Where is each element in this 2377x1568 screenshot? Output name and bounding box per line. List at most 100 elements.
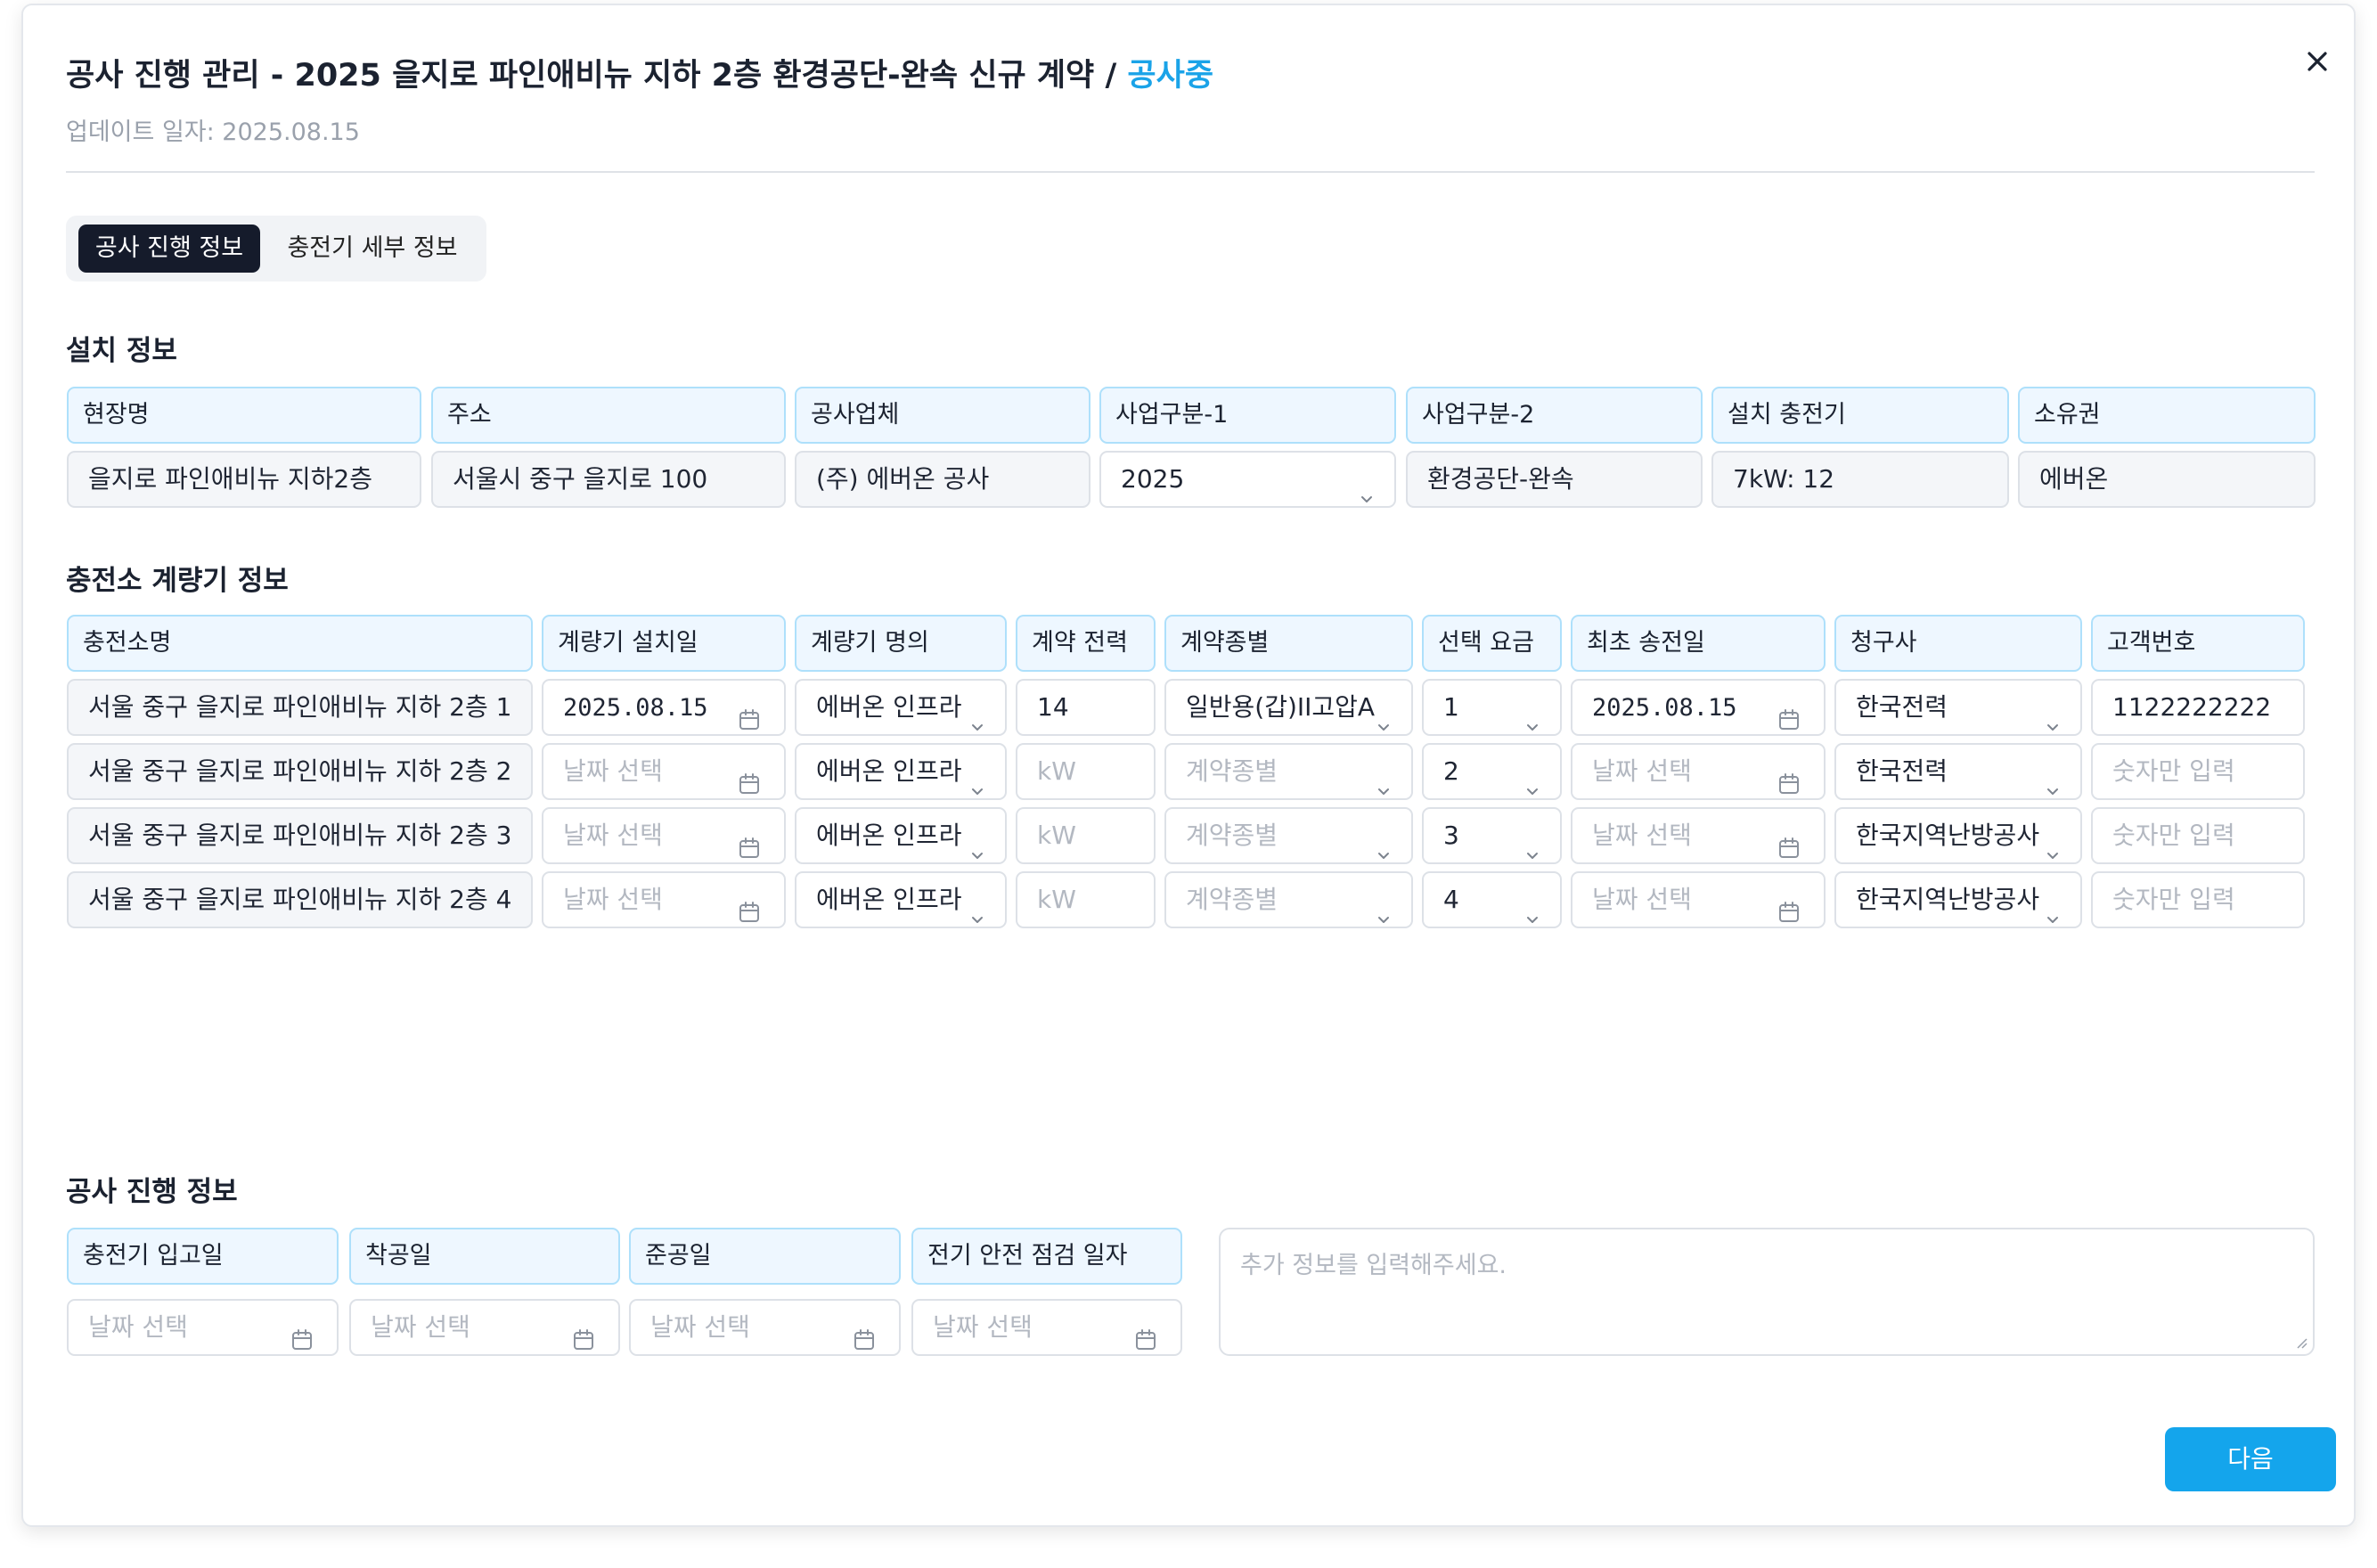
date-placeholder: 날짜 선택 xyxy=(371,1312,470,1342)
header-construction-start-date: 착공일 xyxy=(349,1228,620,1285)
date-placeholder: 날짜 선택 xyxy=(1592,756,1692,786)
meter-install-date-picker[interactable]: 날짜 선택 xyxy=(542,807,786,864)
rate-option-select[interactable]: 4 xyxy=(1422,871,1562,928)
meter-install-date-picker[interactable]: 날짜 선택 xyxy=(542,743,786,800)
first-supply-date-picker[interactable]: 날짜 선택 xyxy=(1571,743,1826,800)
billing-company-select[interactable]: 한국지역난방공사 xyxy=(1834,807,2082,864)
customer-text: 1122222222 xyxy=(2112,692,2272,722)
chevron-down-icon[interactable] xyxy=(1376,829,1392,859)
chevron-down-icon[interactable] xyxy=(1359,472,1375,502)
chevron-down-icon[interactable] xyxy=(2045,829,2061,859)
construction-start-date-picker[interactable]: 날짜 선택 xyxy=(349,1299,620,1356)
chevron-down-icon[interactable] xyxy=(1524,829,1540,859)
calendar-icon[interactable] xyxy=(853,1317,876,1350)
tab-charger-details[interactable]: 충전기 세부 정보 xyxy=(267,225,478,273)
header-label: 준공일 xyxy=(645,1242,712,1270)
billing-company-select[interactable]: 한국지역난방공사 xyxy=(1834,871,2082,928)
meter-install-date-picker[interactable]: 2025.08.15 xyxy=(542,679,786,736)
resize-handle-icon[interactable] xyxy=(2293,1335,2308,1349)
date-placeholder: 날짜 선택 xyxy=(1592,885,1692,914)
value-text: 환경공단-완속 xyxy=(1427,464,1574,494)
chevron-down-icon[interactable] xyxy=(2045,893,2061,923)
billing-company-select[interactable]: 한국전력 xyxy=(1834,743,2082,800)
billing-company-select[interactable]: 한국전력 xyxy=(1834,679,2082,736)
contract-power-input[interactable]: kW xyxy=(1016,807,1156,864)
contract-type-select[interactable]: 일반용(갑)II고압A xyxy=(1164,679,1413,736)
contract-type-select[interactable]: 계약종별 xyxy=(1164,807,1413,864)
calendar-icon[interactable] xyxy=(1777,761,1801,794)
chevron-down-icon[interactable] xyxy=(2045,700,2061,731)
calendar-icon[interactable] xyxy=(1777,697,1801,730)
contract-power-input[interactable]: 14 xyxy=(1016,679,1156,736)
tab-progress-info[interactable]: 공사 진행 정보 xyxy=(78,225,260,273)
header-label: 사업구분-2 xyxy=(1422,401,1535,429)
chevron-down-icon[interactable] xyxy=(969,829,985,859)
rate-option-select[interactable]: 1 xyxy=(1422,679,1562,736)
close-icon[interactable] xyxy=(2300,45,2334,78)
value-text: (주) 에버온 공사 xyxy=(816,464,990,494)
header-label: 충전기 입고일 xyxy=(83,1242,224,1270)
customer-number-input[interactable]: 1122222222 xyxy=(2091,679,2305,736)
chevron-down-icon[interactable] xyxy=(1376,893,1392,923)
calendar-icon[interactable] xyxy=(738,697,761,730)
first-supply-date-picker[interactable]: 2025.08.15 xyxy=(1571,679,1826,736)
customer-number-input[interactable]: 숫자만 입력 xyxy=(2091,807,2305,864)
date-placeholder: 날짜 선택 xyxy=(650,1312,750,1342)
chevron-down-icon[interactable] xyxy=(1376,764,1392,795)
header-meter-owner: 계량기 명의 xyxy=(795,615,1007,672)
calendar-icon[interactable] xyxy=(738,825,761,858)
chevron-down-icon[interactable] xyxy=(1524,764,1540,795)
station-name-value: 서울 중구 을지로 파인애비뉴 지하 2층 2 xyxy=(67,743,533,800)
header-label: 최초 송전일 xyxy=(1587,629,1705,657)
meter-install-date-picker[interactable]: 날짜 선택 xyxy=(542,871,786,928)
header-label: 계량기 설치일 xyxy=(558,629,698,657)
customer-number-input[interactable]: 숫자만 입력 xyxy=(2091,743,2305,800)
header-label: 충전소명 xyxy=(83,629,172,657)
chevron-down-icon[interactable] xyxy=(1524,893,1540,923)
first-supply-date-picker[interactable]: 날짜 선택 xyxy=(1571,807,1826,864)
rate-text: 1 xyxy=(1443,692,1459,722)
value-text: 7kW: 12 xyxy=(1733,464,1835,494)
ownership-value: 에버온 xyxy=(2018,451,2316,508)
business-type-1-select[interactable]: 2025 xyxy=(1099,451,1396,508)
contract-type-select[interactable]: 계약종별 xyxy=(1164,871,1413,928)
completion-date-picker[interactable]: 날짜 선택 xyxy=(629,1299,901,1356)
contract-power-input[interactable]: kW xyxy=(1016,871,1156,928)
chevron-down-icon[interactable] xyxy=(1376,700,1392,731)
contract-type-select[interactable]: 계약종별 xyxy=(1164,743,1413,800)
calendar-icon[interactable] xyxy=(1134,1317,1157,1350)
meter-owner-select[interactable]: 에버온 인프라 xyxy=(795,679,1007,736)
meter-owner-select[interactable]: 에버온 인프라 xyxy=(795,871,1007,928)
station-name-text: 서울 중구 을지로 파인애비뉴 지하 2층 3 xyxy=(88,821,512,850)
chevron-down-icon[interactable] xyxy=(2045,764,2061,795)
contract-power-input[interactable]: kW xyxy=(1016,743,1156,800)
chevron-down-icon[interactable] xyxy=(969,764,985,795)
value-text: 서울시 중구 을지로 100 xyxy=(453,464,708,494)
owner-text: 에버온 인프라 xyxy=(816,756,962,786)
customer-number-input[interactable]: 숫자만 입력 xyxy=(2091,871,2305,928)
calendar-icon[interactable] xyxy=(738,889,761,922)
charger-arrival-date-picker[interactable]: 날짜 선택 xyxy=(67,1299,339,1356)
next-button[interactable]: 다음 xyxy=(2165,1427,2336,1491)
rate-option-select[interactable]: 3 xyxy=(1422,807,1562,864)
header-address: 주소 xyxy=(431,387,786,444)
chevron-down-icon[interactable] xyxy=(969,700,985,731)
calendar-icon[interactable] xyxy=(1777,825,1801,858)
calendar-icon[interactable] xyxy=(738,761,761,794)
rate-option-select[interactable]: 2 xyxy=(1422,743,1562,800)
first-supply-date-picker[interactable]: 날짜 선택 xyxy=(1571,871,1826,928)
meter-owner-select[interactable]: 에버온 인프라 xyxy=(795,807,1007,864)
notes-textarea[interactable]: 추가 정보를 입력해주세요. xyxy=(1219,1228,2315,1356)
chevron-down-icon[interactable] xyxy=(1524,700,1540,731)
date-text: 2025.08.15 xyxy=(1592,694,1737,722)
station-name-value: 서울 중구 을지로 파인애비뉴 지하 2층 4 xyxy=(67,871,533,928)
status-label: 공사중 xyxy=(1127,58,1214,94)
date-placeholder: 날짜 선택 xyxy=(88,1312,188,1342)
calendar-icon[interactable] xyxy=(290,1317,314,1350)
meter-owner-select[interactable]: 에버온 인프라 xyxy=(795,743,1007,800)
calendar-icon[interactable] xyxy=(1777,889,1801,922)
electrical-inspection-date-picker[interactable]: 날짜 선택 xyxy=(911,1299,1182,1356)
calendar-icon[interactable] xyxy=(572,1317,595,1350)
billing-text: 한국전력 xyxy=(1856,756,1948,786)
chevron-down-icon[interactable] xyxy=(969,893,985,923)
